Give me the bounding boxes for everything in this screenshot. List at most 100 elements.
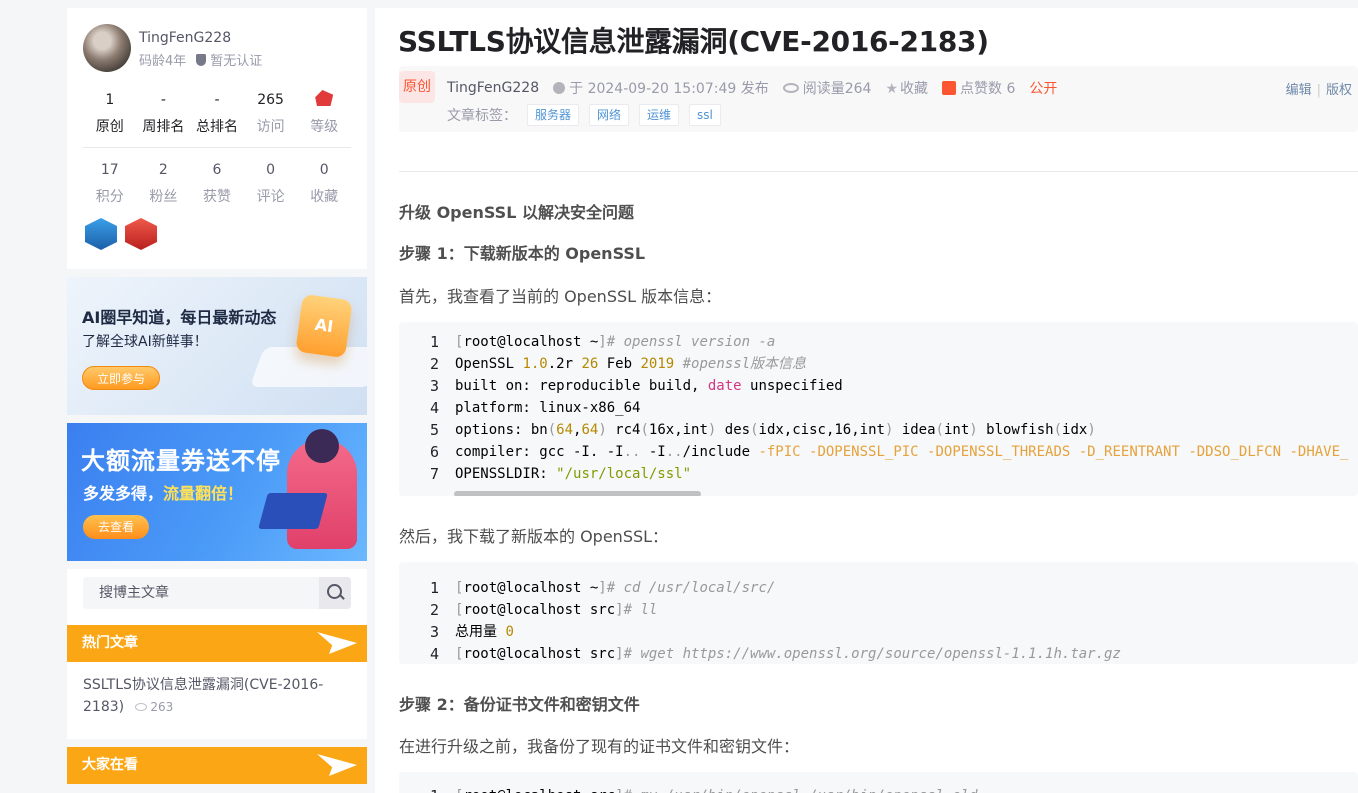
- heading-step2: 步骤 2：备份证书文件和密钥文件: [399, 695, 640, 714]
- views-count: 263: [150, 700, 174, 714]
- subtitle-highlight: 流量翻倍！: [163, 484, 244, 503]
- person-head: [305, 429, 339, 463]
- stat-week-rank[interactable]: - 周排名: [137, 90, 191, 136]
- read-text: 阅读量264: [802, 81, 872, 97]
- article: SSLTLS协议信息泄露漏洞(CVE-2016-2183) 原创 TingFen…: [375, 8, 1358, 793]
- thumbs-up-icon: [942, 81, 957, 95]
- star-icon: ★: [885, 81, 899, 97]
- sidebar: TingFenG228 码龄4年 暂无认证 1 原创 - 周排名 - 总排名 265 访…: [67, 8, 367, 784]
- code-lines: [root@localhost ~]# openssl version -a Op…: [455, 334, 1349, 482]
- article-title: SSLTLS协议信息泄露漏洞(CVE-2016-2183): [398, 25, 989, 58]
- search-card: [67, 569, 367, 625]
- ai-banner[interactable]: AI AI圈早知道，每日最新动态 了解全球AI新鲜事！ 立即参与: [67, 277, 367, 415]
- code-block[interactable]: 1234567 [root@localhost ~]# openssl vers…: [399, 322, 1358, 496]
- tags-line: 文章标签： 服务器 网络 运维 ssl: [447, 104, 721, 126]
- certification[interactable]: 暂无认证: [196, 50, 262, 69]
- line-numbers: 1234: [429, 579, 439, 663]
- badge-blue-icon[interactable]: [85, 218, 117, 250]
- stat-label: 积分: [95, 189, 124, 205]
- code-block[interactable]: 1234 [root@localhost ~]# cd /usr/local/s…: [399, 562, 1358, 664]
- badge-red-pen-icon[interactable]: [125, 218, 157, 250]
- stat-value: 0: [266, 162, 276, 178]
- heading-upgrade: 升级 OpenSSL 以解决安全问题: [399, 203, 634, 222]
- author-link[interactable]: TingFenG228: [447, 80, 539, 96]
- search-box: [83, 577, 351, 609]
- laptop-icon: [258, 493, 328, 529]
- line-numbers: 1234567: [429, 333, 439, 483]
- like-button[interactable]: 点赞数 6: [942, 78, 1015, 98]
- tag-ops[interactable]: 运维: [639, 104, 680, 126]
- line-numbers: 1: [427, 785, 439, 793]
- stat-comments: 0 评论: [244, 160, 298, 206]
- traffic-banner[interactable]: 大额流量券送不停 多发多得，流量翻倍！ 去查看: [67, 423, 367, 561]
- stat-value: 0: [319, 162, 329, 178]
- cert-label: 暂无认证: [210, 54, 263, 69]
- avatar[interactable]: [83, 24, 131, 72]
- subtitle-part: 多发多得，: [83, 484, 164, 503]
- meta-line: TingFenG228 于 2024-09-20 15:07:49 发布 阅读量…: [447, 78, 1057, 98]
- ai-cube-icon: AI: [295, 293, 353, 359]
- profile-card: TingFenG228 码龄4年 暂无认证 1 原创 - 周排名 - 总排名 265 访…: [67, 8, 367, 269]
- username[interactable]: TingFenG228: [139, 30, 231, 46]
- stat-likes: 6 获赞: [190, 160, 244, 206]
- stat-visits: 265 访问: [244, 90, 298, 136]
- stat-value: 265: [257, 92, 284, 108]
- stat-label: 评论: [256, 189, 285, 205]
- stat-label: 等级: [310, 119, 339, 135]
- eye-icon: [134, 703, 147, 711]
- badges: [85, 218, 157, 250]
- user-meta: 码龄4年 暂无认证: [139, 50, 262, 69]
- everyone-title: 大家在看: [82, 757, 138, 773]
- eye-icon: [782, 83, 799, 93]
- stat-label: 原创: [95, 119, 124, 135]
- hot-article-item[interactable]: SSLTLS协议信息泄露漏洞(CVE-2016-2183) 263: [83, 674, 351, 718]
- visibility-label: 公开: [1029, 81, 1058, 97]
- stat-value: 1: [105, 92, 115, 108]
- hot-article-title[interactable]: SSLTLS协议信息泄露漏洞(CVE-2016-2183): [83, 677, 323, 715]
- code-block[interactable]: 1 [root@localhost src]# mv /usr/bin/open…: [399, 772, 1358, 793]
- divider: [399, 171, 1358, 172]
- favorite-text: 收藏: [900, 81, 929, 97]
- paper-plane-icon: [317, 632, 357, 654]
- stat-level[interactable]: 等级: [297, 90, 351, 136]
- hot-article-list: SSLTLS协议信息泄露漏洞(CVE-2016-2183) 263: [67, 662, 367, 739]
- ai-banner-subtitle: 了解全球AI新鲜事！: [82, 334, 208, 350]
- view-button[interactable]: 去查看: [83, 515, 149, 539]
- tag-ssl[interactable]: ssl: [689, 104, 721, 126]
- join-button[interactable]: 立即参与: [82, 366, 160, 390]
- stat-value: 17: [100, 162, 119, 178]
- stats-row-2: 17 积分 2 粉丝 6 获赞 0 评论 0 收藏: [83, 160, 351, 206]
- search-icon[interactable]: [319, 577, 351, 609]
- hot-article-views: 263: [134, 700, 174, 714]
- stat-points: 17 积分: [83, 160, 137, 206]
- stat-label: 周排名: [142, 119, 185, 135]
- tag-network[interactable]: 网络: [589, 104, 630, 126]
- search-input[interactable]: [83, 577, 313, 609]
- meta-actions: 编辑 | 版权: [1285, 83, 1352, 98]
- code-lines: [root@localhost src]# mv /usr/bin/openss…: [455, 785, 978, 793]
- tags-label: 文章标签：: [447, 108, 517, 124]
- horizontal-scrollbar[interactable]: [454, 491, 701, 496]
- stat-original[interactable]: 1 原创: [83, 90, 137, 136]
- stat-total-rank[interactable]: - 总排名: [190, 90, 244, 136]
- stat-label: 粉丝: [149, 189, 178, 205]
- traffic-banner-subtitle: 多发多得，流量翻倍！: [83, 480, 243, 504]
- ai-banner-title: AI圈早知道，每日最新动态: [82, 308, 277, 327]
- hot-title: 热门文章: [82, 635, 138, 651]
- stat-value: 6: [212, 162, 222, 178]
- publish-time: 于 2024-09-20 15:07:49 发布: [553, 78, 769, 98]
- copyright-link[interactable]: 版权: [1326, 83, 1352, 98]
- tag-server[interactable]: 服务器: [527, 104, 580, 126]
- favorite-button[interactable]: ★ 收藏: [885, 78, 928, 98]
- read-count: 阅读量264: [782, 78, 872, 98]
- stat-label: 访问: [256, 119, 285, 135]
- level-icon: [315, 90, 334, 106]
- stat-value: -: [160, 92, 166, 108]
- edit-link[interactable]: 编辑: [1286, 83, 1312, 98]
- paragraph: 首先，我查看了当前的 OpenSSL 版本信息：: [399, 287, 722, 306]
- publish-text: 于 2024-09-20 15:07:49 发布: [569, 81, 769, 97]
- stat-label: 总排名: [195, 119, 238, 135]
- stat-fans[interactable]: 2 粉丝: [137, 160, 191, 206]
- everyone-watching-header: 大家在看: [67, 747, 367, 784]
- paragraph: 然后，我下载了新版本的 OpenSSL：: [399, 527, 669, 546]
